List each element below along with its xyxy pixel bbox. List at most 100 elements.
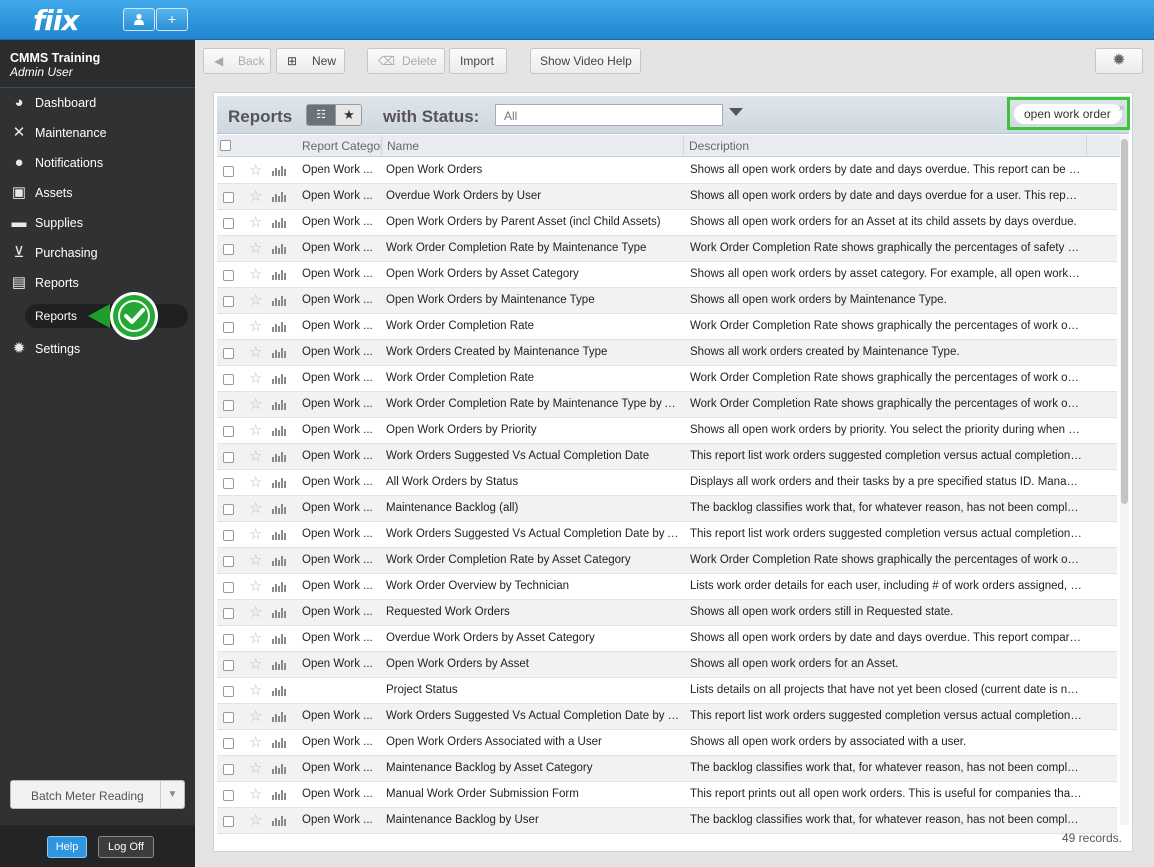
row-checkbox[interactable]: [223, 166, 234, 177]
table-row[interactable]: ☆ Project Status Lists details on all proj…: [217, 678, 1117, 704]
favorites-star-icon[interactable]: ★: [335, 105, 361, 125]
favorite-star-icon[interactable]: ☆: [249, 733, 262, 751]
table-row[interactable]: ☆ Open Work ... Open Work Orders by Priori…: [217, 418, 1117, 444]
favorite-star-icon[interactable]: ☆: [249, 655, 262, 673]
row-checkbox[interactable]: [223, 478, 234, 489]
table-row[interactable]: ☆ Open Work ... Work Orders Created by Mai…: [217, 340, 1117, 366]
bar-chart-icon[interactable]: [272, 816, 286, 826]
favorite-star-icon[interactable]: ☆: [249, 681, 262, 699]
favorite-star-icon[interactable]: ☆: [249, 603, 262, 621]
favorite-star-icon[interactable]: ☆: [249, 785, 262, 803]
bar-chart-icon[interactable]: [272, 556, 286, 566]
favorite-star-icon[interactable]: ☆: [249, 317, 262, 335]
cell-name[interactable]: Maintenance Backlog (all): [386, 502, 680, 514]
cell-name[interactable]: Maintenance Backlog by User: [386, 814, 680, 826]
bar-chart-icon[interactable]: [272, 634, 286, 644]
bar-chart-icon[interactable]: [272, 764, 286, 774]
table-row[interactable]: ☆ Open Work ... Maintenance Backlog by Use…: [217, 808, 1117, 834]
table-row[interactable]: ☆ Open Work ... Overdue Work Orders by Ass…: [217, 626, 1117, 652]
cell-name[interactable]: Work Order Completion Rate: [386, 372, 680, 384]
table-row[interactable]: ☆ Open Work ... Work Orders Suggested Vs A…: [217, 444, 1117, 470]
column-header-name[interactable]: Name: [383, 135, 684, 157]
table-row[interactable]: ☆ Open Work ... Work Order Completion Rate…: [217, 366, 1117, 392]
favorite-star-icon[interactable]: ☆: [249, 759, 262, 777]
import-button[interactable]: Import: [449, 48, 507, 74]
table-row[interactable]: ☆ Open Work ... Work Order Completion Rate…: [217, 314, 1117, 340]
bar-chart-icon[interactable]: [272, 322, 286, 332]
status-filter-input[interactable]: All: [495, 104, 723, 126]
row-checkbox[interactable]: [223, 322, 234, 333]
row-checkbox[interactable]: [223, 296, 234, 307]
cell-name[interactable]: Open Work Orders: [386, 164, 680, 176]
table-row[interactable]: ☆ Open Work ... Work Orders Suggested Vs A…: [217, 522, 1117, 548]
settings-gear-button[interactable]: ✹: [1095, 48, 1143, 74]
table-row[interactable]: ☆ Open Work ... Open Work Orders by Mainte…: [217, 288, 1117, 314]
table-row[interactable]: ☆ Open Work ... Maintenance Backlog (all) T…: [217, 496, 1117, 522]
grid-view-icon[interactable]: ☷: [307, 105, 335, 125]
sidebar-item-assets[interactable]: ▣ Assets: [0, 178, 195, 208]
cell-name[interactable]: Work Order Completion Rate by Maintenanc…: [386, 242, 680, 254]
bar-chart-icon[interactable]: [272, 426, 286, 436]
favorite-star-icon[interactable]: ☆: [249, 551, 262, 569]
user-button[interactable]: [123, 8, 155, 31]
add-button[interactable]: +: [156, 8, 188, 31]
table-row[interactable]: ☆ Open Work ... All Work Orders by Status D…: [217, 470, 1117, 496]
bar-chart-icon[interactable]: [272, 452, 286, 462]
table-row[interactable]: ☆ Open Work ... Work Order Completion Rate…: [217, 236, 1117, 262]
row-checkbox[interactable]: [223, 348, 234, 359]
bar-chart-icon[interactable]: [272, 348, 286, 358]
favorite-star-icon[interactable]: ☆: [249, 629, 262, 647]
bar-chart-icon[interactable]: [272, 608, 286, 618]
bar-chart-icon[interactable]: [272, 530, 286, 540]
cell-name[interactable]: Work Order Completion Rate by Maintenanc…: [386, 398, 680, 410]
favorite-star-icon[interactable]: ☆: [249, 473, 262, 491]
cell-name[interactable]: Overdue Work Orders by Asset Category: [386, 632, 680, 644]
table-row[interactable]: ☆ Open Work ... Overdue Work Orders by Use…: [217, 184, 1117, 210]
sidebar-item-purchasing[interactable]: ⊻ Purchasing: [0, 238, 195, 268]
cell-name[interactable]: Work Orders Suggested Vs Actual Completi…: [386, 528, 680, 540]
row-checkbox[interactable]: [223, 764, 234, 775]
row-checkbox[interactable]: [223, 374, 234, 385]
favorite-star-icon[interactable]: ☆: [249, 291, 262, 309]
bar-chart-icon[interactable]: [272, 374, 286, 384]
new-button[interactable]: ⊞ New: [276, 48, 345, 74]
row-checkbox[interactable]: [223, 400, 234, 411]
cell-name[interactable]: Open Work Orders by Parent Asset (incl C…: [386, 216, 680, 228]
table-row[interactable]: ☆ Open Work ... Manual Work Order Submissi…: [217, 782, 1117, 808]
row-checkbox[interactable]: [223, 270, 234, 281]
cell-name[interactable]: Requested Work Orders: [386, 606, 680, 618]
row-checkbox[interactable]: [223, 634, 234, 645]
log-off-button[interactable]: Log Off: [98, 836, 154, 858]
sidebar-item-notifications[interactable]: ● Notifications: [0, 148, 195, 178]
bar-chart-icon[interactable]: [272, 218, 286, 228]
bar-chart-icon[interactable]: [272, 244, 286, 254]
row-checkbox[interactable]: [223, 244, 234, 255]
status-dropdown-arrow-icon[interactable]: [729, 108, 743, 116]
fiix-logo[interactable]: fiix: [33, 4, 79, 37]
bar-chart-icon[interactable]: [272, 790, 286, 800]
row-checkbox[interactable]: [223, 218, 234, 229]
table-row[interactable]: ☆ Open Work ... Requested Work Orders Shows…: [217, 600, 1117, 626]
table-row[interactable]: ☆ Open Work ... Open Work Orders Associate…: [217, 730, 1117, 756]
favorite-star-icon[interactable]: ☆: [249, 161, 262, 179]
select-all-checkbox[interactable]: [220, 140, 231, 151]
batch-meter-reading-button[interactable]: Batch Meter Reading ▼: [10, 780, 185, 809]
delete-button[interactable]: ⌫ Delete: [367, 48, 445, 74]
row-checkbox[interactable]: [223, 192, 234, 203]
cell-name[interactable]: Open Work Orders Associated with a User: [386, 736, 680, 748]
row-checkbox[interactable]: [223, 660, 234, 671]
scrollbar-thumb[interactable]: [1121, 139, 1128, 504]
table-row[interactable]: ☆ Open Work ... Work Order Completion Rate…: [217, 392, 1117, 418]
scrollbar[interactable]: [1120, 135, 1129, 825]
row-checkbox[interactable]: [223, 530, 234, 541]
row-checkbox[interactable]: [223, 816, 234, 827]
favorite-star-icon[interactable]: ☆: [249, 525, 262, 543]
cell-name[interactable]: Work Order Completion Rate: [386, 320, 680, 332]
search-input[interactable]: open work order: [1014, 104, 1122, 124]
bar-chart-icon[interactable]: [272, 582, 286, 592]
bar-chart-icon[interactable]: [272, 686, 286, 696]
favorite-star-icon[interactable]: ☆: [249, 707, 262, 725]
cell-name[interactable]: Project Status: [386, 684, 680, 696]
favorite-star-icon[interactable]: ☆: [249, 369, 262, 387]
row-checkbox[interactable]: [223, 426, 234, 437]
